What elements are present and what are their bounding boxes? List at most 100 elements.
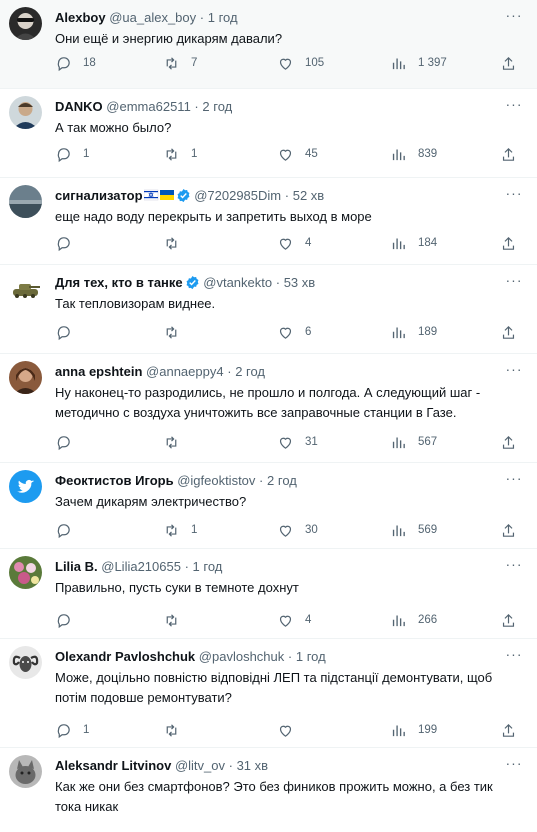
tweet[interactable]: DANKO @emma62511 · 2 год ··· А так можно… [0,89,537,178]
author-handle[interactable]: @emma62511 [106,99,191,114]
author-handle[interactable]: @7202985Dim [194,188,281,203]
share-button[interactable] [500,234,517,252]
share-button[interactable] [500,145,517,163]
more-options-icon[interactable]: ··· [505,8,523,25]
reply-button[interactable]: 1 [55,145,89,163]
reply-button[interactable]: 1 [55,721,89,739]
timestamp[interactable]: 1 год [296,649,326,664]
more-options-icon[interactable]: ··· [505,756,523,773]
separator: · [228,758,233,773]
author-name[interactable]: anna epshtein [55,364,142,379]
tweet-header: Для тех, кто в танке @vtankekto · 53 хв [55,274,507,292]
share-icon [500,722,517,739]
avatar[interactable] [9,361,42,394]
retweet-button[interactable] [163,611,191,629]
like-count: 4 [305,614,312,626]
views-button[interactable]: 1 397 [390,54,447,72]
share-button[interactable] [500,521,517,539]
tweet[interactable]: Феоктистов Игорь @igfeoktistov · 2 год ·… [0,463,537,549]
tweet[interactable]: Olexandr Pavloshchuk @pavloshchuk · 1 го… [0,639,537,748]
tweet[interactable]: Для тех, кто в танке @vtankekto · 53 хв … [0,265,537,354]
share-icon [500,324,517,341]
avatar[interactable] [9,470,42,503]
tweet[interactable]: Lilia B. @Lilia210655 · 1 год ··· Правил… [0,549,537,639]
author-name[interactable]: DANKO [55,99,103,114]
avatar[interactable] [9,755,42,788]
timestamp[interactable]: 53 хв [284,275,315,290]
tweet[interactable]: anna epshtein @annaeppy4 · 2 год ··· Ну … [0,354,537,463]
author-name[interactable]: сигнализатор [55,188,143,203]
tweet-text: Може, доцільно повністю відповідні ЛЕП т… [55,670,493,705]
like-button[interactable]: 30 [277,521,318,539]
retweet-button[interactable]: 7 [163,54,197,72]
reply-button[interactable]: 18 [55,54,96,72]
retweet-button[interactable] [163,721,191,739]
author-handle[interactable]: @Lilia210655 [101,559,181,574]
avatar[interactable] [9,646,42,679]
author-handle[interactable]: @igfeoktistov [177,473,255,488]
timestamp[interactable]: 2 год [202,99,232,114]
tweet[interactable]: сигнализатор @7202985Dim · 52 хв ··· еще… [0,178,537,265]
share-button[interactable] [500,54,517,72]
author-name[interactable]: Lilia B. [55,559,98,574]
author-name[interactable]: Olexandr Pavloshchuk [55,649,195,664]
more-options-icon[interactable]: ··· [505,362,523,379]
like-button[interactable]: 6 [277,323,311,341]
avatar[interactable] [9,96,42,129]
share-button[interactable] [500,611,517,629]
author-name[interactable]: Феоктистов Игорь [55,473,174,488]
author-handle[interactable]: @litv_ov [175,758,225,773]
author-handle[interactable]: @vtankekto [203,275,272,290]
views-button[interactable]: 266 [390,611,437,629]
timestamp[interactable]: 1 год [208,10,238,25]
like-button[interactable]: 31 [277,433,318,451]
reply-button[interactable] [55,234,83,252]
timestamp[interactable]: 1 год [193,559,223,574]
more-options-icon[interactable]: ··· [505,647,523,664]
tweet[interactable]: Alexboy @ua_alex_boy · 1 год ··· Они ещё… [0,0,537,89]
author-handle[interactable]: @annaeppy4 [146,364,224,379]
share-button[interactable] [500,323,517,341]
timestamp[interactable]: 2 год [235,364,265,379]
author-name[interactable]: Для тех, кто в танке [55,275,183,290]
reply-button[interactable] [55,521,83,539]
like-button[interactable] [277,721,305,739]
avatar[interactable] [9,7,42,40]
author-name[interactable]: Alexboy [55,10,106,25]
views-button[interactable]: 184 [390,234,437,252]
retweet-button[interactable]: 1 [163,145,197,163]
views-button[interactable]: 839 [390,145,437,163]
reply-button[interactable] [55,433,83,451]
author-name[interactable]: Aleksandr Litvinov [55,758,171,773]
more-options-icon[interactable]: ··· [505,273,523,290]
like-button[interactable]: 4 [277,234,311,252]
more-options-icon[interactable]: ··· [505,557,523,574]
like-button[interactable]: 105 [277,54,324,72]
timestamp[interactable]: 52 хв [293,188,324,203]
more-options-icon[interactable]: ··· [505,97,523,114]
tweet[interactable]: Aleksandr Litvinov @litv_ov · 31 хв ··· … [0,748,537,832]
author-handle[interactable]: @pavloshchuk [199,649,284,664]
views-button[interactable]: 189 [390,323,437,341]
views-button[interactable]: 569 [390,521,437,539]
avatar[interactable] [9,185,42,218]
more-options-icon[interactable]: ··· [505,186,523,203]
like-button[interactable]: 4 [277,611,311,629]
avatar[interactable] [9,272,42,305]
retweet-button[interactable] [163,323,191,341]
share-button[interactable] [500,433,517,451]
timestamp[interactable]: 2 год [267,473,297,488]
avatar[interactable] [9,556,42,589]
author-handle[interactable]: @ua_alex_boy [109,10,196,25]
reply-button[interactable] [55,323,83,341]
more-options-icon[interactable]: ··· [505,471,523,488]
retweet-button[interactable] [163,234,191,252]
timestamp[interactable]: 31 хв [237,758,268,773]
views-button[interactable]: 567 [390,433,437,451]
reply-button[interactable] [55,611,83,629]
views-button[interactable]: 199 [390,721,437,739]
retweet-button[interactable] [163,433,191,451]
share-button[interactable] [500,721,517,739]
retweet-button[interactable]: 1 [163,521,197,539]
like-button[interactable]: 45 [277,145,318,163]
